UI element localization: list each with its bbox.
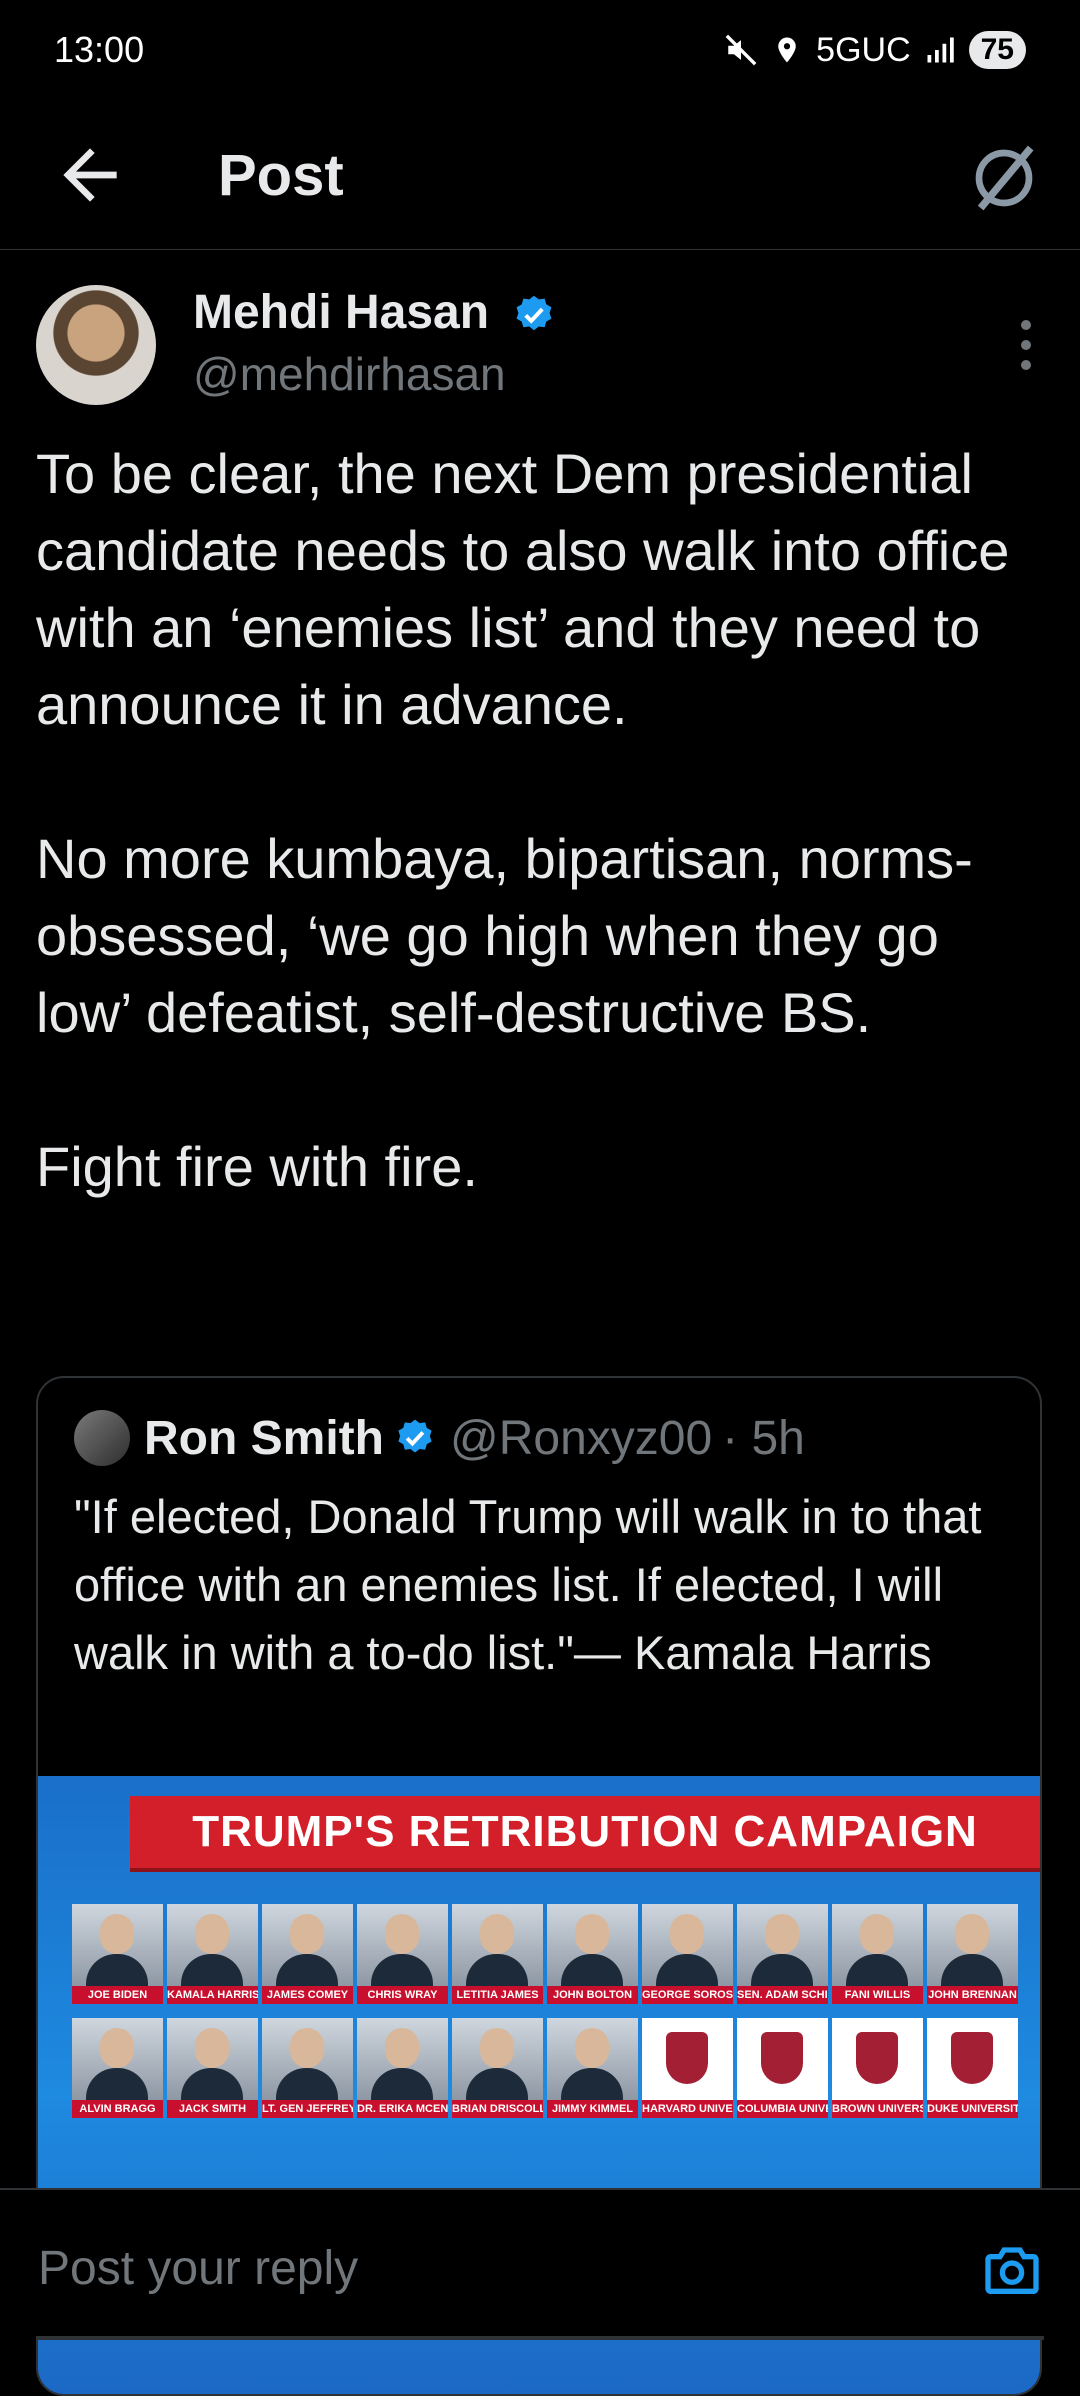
portrait-label: JOE BIDEN <box>72 1986 163 2004</box>
portrait-label: JOHN BOLTON <box>547 1986 638 2004</box>
portrait-cell: LT. GEN JEFFREY KRUSE <box>262 2018 353 2118</box>
status-time: 13:00 <box>54 29 145 70</box>
seal-image <box>737 2018 828 2100</box>
portrait-row-1: JOE BIDEN KAMALA HARRIS JAMES COMEY CHRIS W… <box>72 1904 1032 2004</box>
signal-icon <box>927 37 954 63</box>
portrait-image <box>72 1904 163 1986</box>
portrait-label: JACK SMITH <box>167 2100 258 2118</box>
portrait-label: LETITIA JAMES <box>452 1986 543 2004</box>
portrait-image <box>832 1904 923 1986</box>
top-app-bar: Post <box>0 100 1080 250</box>
university-seal: DUKE UNIVERSITY <box>927 2018 1018 2118</box>
verified-badge-icon <box>398 1419 432 1453</box>
portrait-image <box>547 2018 638 2100</box>
portrait-cell: JOE BIDEN <box>72 1904 163 2004</box>
battery-badge: 75 <box>968 31 1026 69</box>
seal-image <box>642 2018 733 2100</box>
grok-icon <box>975 145 1034 211</box>
mute-icon <box>725 34 757 66</box>
verified-badge-icon <box>516 296 552 331</box>
author-name-row[interactable]: Mehdi Hasan <box>193 285 556 340</box>
portrait-image <box>357 1904 448 1986</box>
portrait-label: ALVIN BRAGG <box>72 2100 163 2118</box>
portrait-label: KAMALA HARRIS <box>167 1986 258 2004</box>
author-name: Mehdi Hasan <box>193 286 490 339</box>
portrait-cell: FANI WILLIS <box>832 1904 923 2004</box>
portrait-label: FANI WILLIS <box>832 1986 923 2004</box>
portrait-cell: DR. ERIKA MCENTARFER <box>357 2018 448 2118</box>
quoted-author-handle: @Ronxyz00 <box>449 1411 713 1465</box>
portrait-image <box>262 1904 353 1986</box>
portrait-image <box>927 1904 1018 1986</box>
portrait-image <box>72 2018 163 2100</box>
portrait-cell: KAMALA HARRIS <box>167 1904 258 2004</box>
portrait-image <box>357 2018 448 2100</box>
portrait-label: CHRIS WRAY <box>357 1986 448 2004</box>
portrait-cell: SEN. ADAM SCHIFF <box>737 1904 828 2004</box>
portrait-label: BRIAN DRISCOLL <box>452 2100 543 2118</box>
portrait-cell: CHRIS WRAY <box>357 1904 448 2004</box>
seal-image <box>927 2018 1018 2100</box>
status-bar: 13:00 5GUC 75 <box>0 0 1080 100</box>
seal-image <box>832 2018 923 2100</box>
portrait-cell: GEORGE SOROS <box>642 1904 733 2004</box>
quoted-avatar <box>74 1410 130 1466</box>
camera-button[interactable] <box>980 2238 1044 2302</box>
portrait-row-2: ALVIN BRAGGJACK SMITHLT. GEN JEFFREY KRU… <box>72 2018 1032 2118</box>
image-portrait-grid: JOE BIDEN KAMALA HARRIS JAMES COMEY CHRIS W… <box>72 1904 1032 2132</box>
arrow-left-icon <box>63 148 117 202</box>
reply-bar <box>0 2188 1080 2340</box>
portrait-image <box>642 1904 733 1986</box>
university-seal: HARVARD UNIVERSITY <box>642 2018 733 2118</box>
portrait-cell: JOHN BRENNAN <box>927 1904 1018 2004</box>
more-vertical-icon <box>1021 320 1031 370</box>
portrait-image <box>167 2018 258 2100</box>
back-button[interactable] <box>50 135 130 215</box>
portrait-image <box>452 1904 543 1986</box>
portrait-cell: BRIAN DRISCOLL <box>452 2018 543 2118</box>
portrait-label: JAMES COMEY <box>262 1986 353 2004</box>
portrait-label: JIMMY KIMMEL <box>547 2100 638 2118</box>
quoted-timestamp: · 5h <box>722 1411 805 1465</box>
reply-divider <box>36 2336 1044 2340</box>
image-banner: TRUMP'S RETRIBUTION CAMPAIGN <box>130 1796 1040 1868</box>
grok-button[interactable] <box>964 138 1044 218</box>
more-options-button[interactable] <box>1006 315 1046 375</box>
university-seal: COLUMBIA UNIVERSITY <box>737 2018 828 2118</box>
portrait-label: DUKE UNIVERSITY <box>927 2100 1018 2118</box>
portrait-cell: JAMES COMEY <box>262 1904 353 2004</box>
portrait-label: DR. ERIKA MCENTARFER <box>357 2100 448 2118</box>
university-seal: BROWN UNIVERSITY <box>832 2018 923 2118</box>
avatar[interactable] <box>36 285 156 405</box>
portrait-image <box>547 1904 638 1986</box>
portrait-cell: JIMMY KIMMEL <box>547 2018 638 2118</box>
page-title: Post <box>218 143 344 208</box>
portrait-cell: ALVIN BRAGG <box>72 2018 163 2118</box>
camera-icon <box>985 2247 1039 2294</box>
portrait-cell: JOHN BOLTON <box>547 1904 638 2004</box>
quoted-text: "If elected, Donald Trump will walk in t… <box>74 1490 982 1679</box>
reply-input[interactable] <box>36 2232 920 2304</box>
portrait-image <box>452 2018 543 2100</box>
portrait-label: HARVARD UNIVERSITY <box>642 2100 733 2118</box>
portrait-label: SEN. ADAM SCHIFF <box>737 1986 828 2004</box>
portrait-label: BROWN UNIVERSITY <box>832 2100 923 2118</box>
portrait-label: JOHN BRENNAN <box>927 1986 1018 2004</box>
portrait-label: COLUMBIA UNIVERSITY <box>737 2100 828 2118</box>
portrait-image <box>167 1904 258 1986</box>
post-text: To be clear, the next Dem presidential c… <box>36 442 1010 1198</box>
post-author: Mehdi Hasan @mehdirhasan <box>36 285 1046 415</box>
network-label: 5GUC <box>816 30 911 69</box>
portrait-label: LT. GEN JEFFREY KRUSE <box>262 2100 353 2118</box>
location-icon <box>778 37 796 63</box>
quoted-author-name: Ron Smith <box>144 1411 384 1465</box>
quoted-author-row: Ron Smith @Ronxyz00 · 5h <box>74 1408 805 1468</box>
author-handle[interactable]: @mehdirhasan <box>193 347 506 401</box>
portrait-image <box>737 1904 828 1986</box>
portrait-cell: JACK SMITH <box>167 2018 258 2118</box>
status-icons: 5GUC 75 <box>724 31 1026 70</box>
portrait-label: GEORGE SOROS <box>642 1986 733 2004</box>
portrait-image <box>262 2018 353 2100</box>
portrait-cell: LETITIA JAMES <box>452 1904 543 2004</box>
